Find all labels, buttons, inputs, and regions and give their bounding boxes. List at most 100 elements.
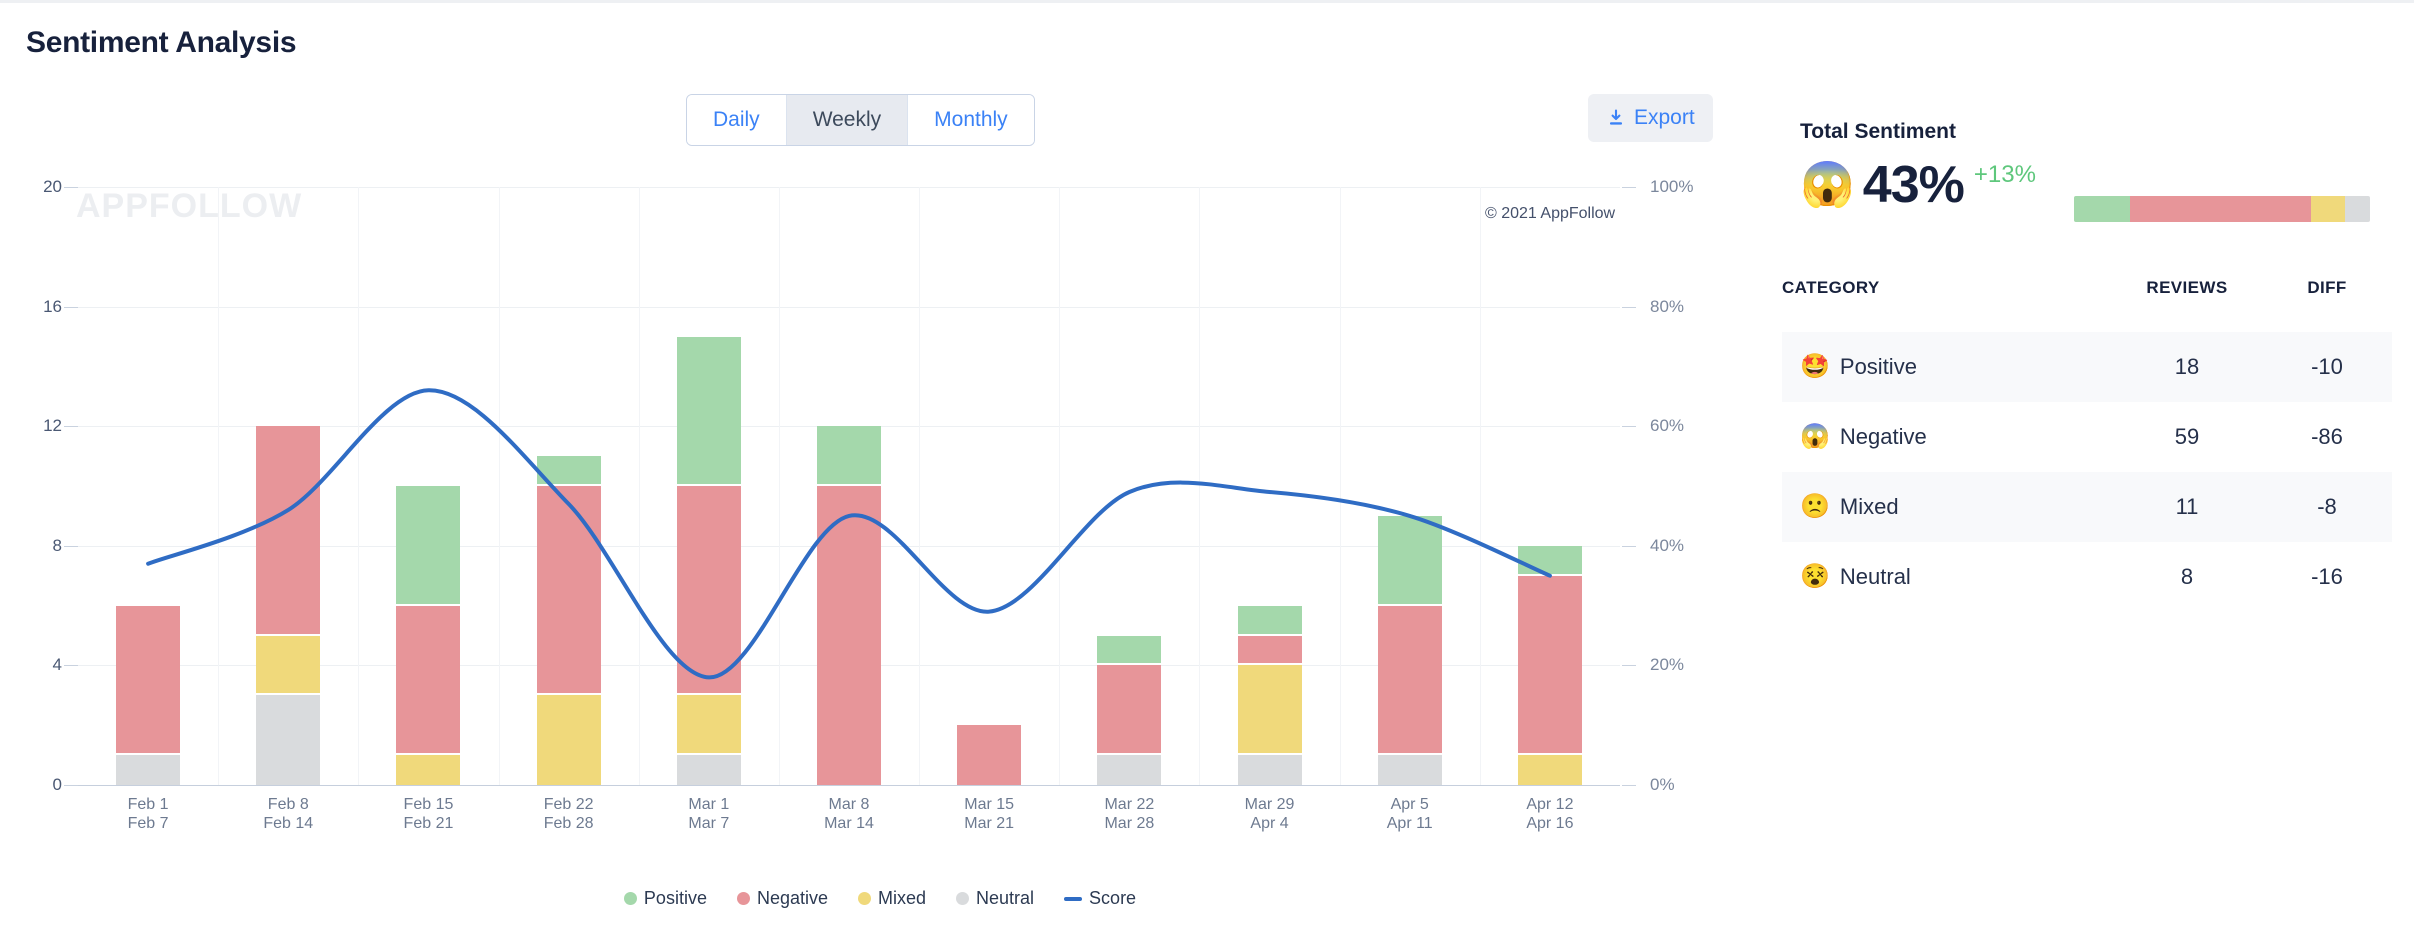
x-axis-label-line: Feb 7 (127, 815, 169, 832)
bar-segment-negative[interactable] (536, 486, 601, 696)
y-tick-right: 100% (1650, 177, 1694, 196)
period-tab-group[interactable]: Daily Weekly Monthly (686, 94, 1035, 146)
stacked-bar[interactable] (1237, 605, 1302, 785)
cell-diff: -86 (2311, 424, 2343, 449)
bar-slot[interactable] (639, 187, 779, 785)
y-tick-mark (1622, 306, 1636, 308)
bar-segment-positive[interactable] (1237, 605, 1302, 636)
tab-daily[interactable]: Daily (687, 95, 787, 145)
stacked-bar[interactable] (676, 336, 741, 785)
bar-segment-mixed[interactable] (676, 695, 741, 756)
x-axis-label-line: Mar 29 (1244, 796, 1295, 813)
bar-slot[interactable] (499, 187, 639, 785)
slightly-frowning-face-icon: 🙁 (1800, 493, 1830, 520)
cell-diff: -10 (2311, 354, 2343, 379)
bar-slot[interactable] (1340, 187, 1480, 785)
x-axis-label-line: Mar 21 (964, 815, 1015, 832)
stacked-bar[interactable] (1377, 515, 1442, 785)
bar-segment-mixed[interactable] (536, 695, 601, 785)
bar-segment-negative[interactable] (1097, 665, 1162, 756)
sentiment-analysis-page: Sentiment Analysis Daily Weekly Monthly Ex… (0, 0, 2414, 946)
distribution-segment-neutral (2345, 196, 2370, 222)
table-row[interactable]: 🙁 Mixed 11 -8 (1782, 472, 2392, 542)
bar-segment-mixed[interactable] (396, 755, 461, 785)
y-tick-mark (64, 545, 78, 547)
bar-segment-negative[interactable] (1377, 605, 1442, 756)
legend-line-icon (1064, 896, 1083, 901)
bar-segment-positive[interactable] (396, 486, 461, 606)
cell-diff: -8 (2317, 494, 2337, 519)
bar-slot[interactable] (218, 187, 358, 785)
legend-item-negative[interactable]: Negative (736, 888, 828, 909)
y-tick-mark (1622, 785, 1636, 786)
legend-label: Score (1089, 888, 1137, 908)
bar-segment-negative[interactable] (816, 486, 881, 785)
bar-segment-mixed[interactable] (1237, 665, 1302, 756)
y-tick-right: 40% (1650, 535, 1685, 555)
bar-segment-positive[interactable] (1097, 635, 1162, 666)
table-row[interactable]: 😱 Negative 59 -86 (1782, 402, 2392, 472)
bar-segment-negative[interactable] (396, 605, 461, 756)
legend-item-score[interactable]: Score (1064, 888, 1136, 909)
tab-monthly[interactable]: Monthly (908, 95, 1034, 145)
cell-reviews: 18 (2174, 354, 2200, 379)
bar-slot[interactable] (1480, 187, 1620, 785)
bar-segment-negative[interactable] (1517, 575, 1582, 756)
bar-segment-negative[interactable] (676, 486, 741, 696)
bar-slot[interactable] (1199, 187, 1339, 785)
stacked-bar[interactable] (536, 456, 601, 785)
stacked-bar[interactable] (816, 426, 881, 785)
bar-segment-positive[interactable] (536, 456, 601, 487)
bar-segment-mixed[interactable] (256, 635, 321, 696)
x-axis-label: Feb 1 Feb 7 (128, 795, 169, 833)
x-axis-labels: Feb 1 Feb 7 Feb 8 Feb 14 Feb 15 Feb 21 Feb 22 F… (78, 795, 1620, 855)
export-button[interactable]: Export (1588, 94, 1713, 142)
stacked-bar[interactable] (116, 605, 181, 785)
bar-segment-negative[interactable] (256, 426, 321, 636)
bar-segment-neutral[interactable] (676, 755, 741, 785)
tab-weekly[interactable]: Weekly (786, 95, 909, 145)
bar-segment-negative[interactable] (116, 605, 181, 756)
y-tick-mark (64, 187, 78, 188)
bar-segment-positive[interactable] (1517, 545, 1582, 576)
bar-segment-neutral[interactable] (256, 695, 321, 785)
y-tick-right: 60% (1650, 416, 1685, 436)
x-axis-label-line: Feb 8 (267, 796, 309, 813)
stacked-bar[interactable] (957, 725, 1022, 785)
bar-segment-positive[interactable] (676, 336, 741, 487)
summary-panel: Total Sentiment 😱 43% +13% CATEGORY REVI… (1760, 0, 2414, 946)
y-tick-left: 12 (43, 416, 62, 436)
bar-segment-neutral[interactable] (1237, 755, 1302, 785)
bar-segment-positive[interactable] (1377, 515, 1442, 606)
bar-slot[interactable] (358, 187, 498, 785)
bar-segment-neutral[interactable] (116, 755, 181, 785)
y-tick-mark (1622, 545, 1636, 547)
legend-item-positive[interactable]: Positive (623, 888, 707, 909)
legend-dot-icon (736, 892, 750, 905)
legend-item-neutral[interactable]: Neutral (956, 888, 1034, 909)
x-axis-label: Apr 12 Apr 16 (1526, 795, 1573, 833)
cell-category: 🙁 Mixed (1782, 472, 2112, 542)
stacked-bar[interactable] (1517, 545, 1582, 785)
bar-segment-neutral[interactable] (1097, 755, 1162, 785)
bar-segment-positive[interactable] (816, 426, 881, 486)
cell-reviews: 59 (2174, 424, 2200, 449)
bar-slot[interactable] (1059, 187, 1199, 785)
stacked-bar[interactable] (396, 486, 461, 785)
bar-segment-negative[interactable] (957, 725, 1022, 785)
cell-diff: -16 (2311, 564, 2343, 589)
bar-slot[interactable] (78, 187, 218, 785)
bar-segment-mixed[interactable] (1517, 755, 1582, 785)
legend-item-mixed[interactable]: Mixed (858, 888, 926, 909)
stacked-bar[interactable] (1097, 635, 1162, 785)
x-axis-label-line: Apr 4 (1250, 815, 1289, 832)
bar-slot[interactable] (779, 187, 919, 785)
bar-slot[interactable] (919, 187, 1059, 785)
bar-segment-neutral[interactable] (1377, 755, 1442, 785)
stacked-bar[interactable] (256, 426, 321, 785)
table-row[interactable]: 🤩 Positive 18 -10 (1782, 332, 2392, 402)
bar-segment-negative[interactable] (1237, 635, 1302, 666)
table-row[interactable]: 😵 Neutral 8 -16 (1782, 542, 2392, 612)
x-axis-label: Apr 5 Apr 11 (1387, 795, 1433, 833)
total-sentiment-delta: +13% (1973, 161, 2036, 188)
